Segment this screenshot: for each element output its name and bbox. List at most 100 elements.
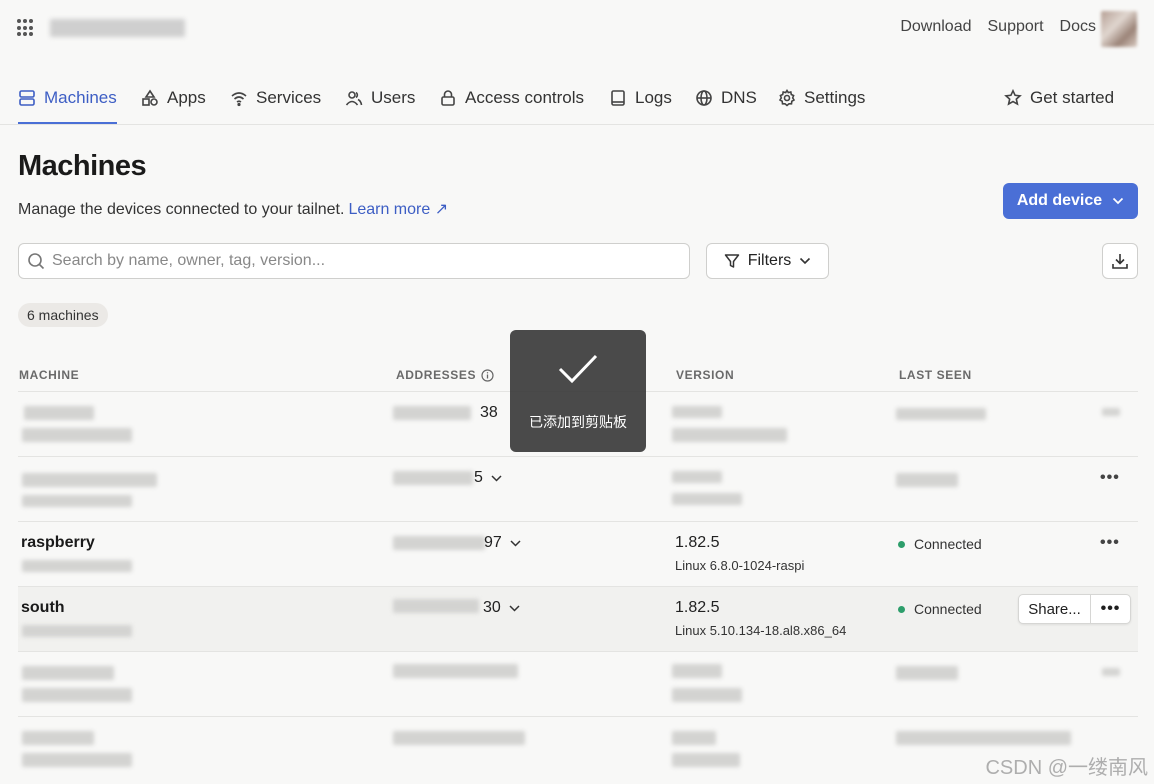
add-device-button[interactable]: Add device — [1003, 183, 1138, 219]
machine-name-redacted — [22, 473, 157, 487]
search-box[interactable] — [18, 243, 690, 279]
tab-machines[interactable]: Machines — [18, 86, 117, 110]
row-menu-redacted[interactable] — [1102, 408, 1120, 416]
gear-icon — [778, 89, 796, 107]
column-header-last-seen: LAST SEEN — [899, 368, 972, 382]
chevron-down-icon[interactable] — [509, 604, 520, 612]
address-redacted — [393, 536, 485, 550]
row-menu-button[interactable]: ••• — [1100, 534, 1120, 552]
app-grid-icon[interactable] — [17, 19, 35, 37]
filters-button[interactable]: Filters — [706, 243, 829, 279]
table-row[interactable]: raspberry 97 1.82.5 Linux 6.8.0-1024-ras… — [18, 521, 1138, 586]
checkmark-icon — [558, 354, 598, 384]
globe-icon — [696, 90, 712, 106]
os-version: Linux 5.10.134-18.al8.x86_64 — [675, 623, 847, 638]
filter-icon — [724, 254, 739, 268]
tab-services[interactable]: Services — [230, 86, 321, 110]
version-redacted — [672, 471, 722, 483]
chevron-down-icon — [1113, 197, 1124, 205]
tab-access-controls[interactable]: Access controls — [439, 86, 584, 110]
tailnet-name-redacted[interactable] — [50, 19, 185, 37]
active-tab-indicator — [18, 122, 117, 124]
address-cell[interactable]: 38 — [480, 404, 498, 422]
machine-owner-redacted — [22, 495, 132, 507]
search-icon — [28, 253, 45, 270]
version-redacted — [672, 731, 716, 745]
os-version: Linux 6.8.0-1024-raspi — [675, 558, 805, 573]
star-icon — [1004, 89, 1022, 106]
row-menu-redacted[interactable] — [1102, 668, 1120, 676]
watermark: CSDN @一缕南风 — [985, 757, 1148, 779]
table-row[interactable]: south 30 1.82.5 Linux 5.10.134-18.al8.x8… — [18, 586, 1138, 651]
address-redacted — [393, 731, 525, 745]
tab-logs[interactable]: Logs — [609, 86, 672, 110]
server-icon — [19, 90, 35, 106]
tab-apps[interactable]: Apps — [141, 86, 206, 110]
chevron-down-icon[interactable] — [491, 474, 502, 482]
os-redacted — [672, 493, 742, 505]
info-icon[interactable] — [481, 368, 494, 382]
download-link[interactable]: Download — [900, 18, 971, 36]
toast-message: 已添加到剪贴板 — [529, 414, 627, 430]
machine-owner-redacted — [22, 688, 132, 702]
version-number: 1.82.5 — [675, 599, 720, 616]
column-header-machine: MACHINE — [19, 368, 80, 382]
address-redacted — [393, 406, 471, 420]
tab-users[interactable]: Users — [345, 86, 415, 110]
page-title: Machines — [18, 150, 147, 182]
export-button[interactable] — [1102, 243, 1138, 279]
machine-owner-redacted — [22, 560, 132, 572]
version-cell: 1.82.5 Linux 5.10.134-18.al8.x86_64 — [675, 599, 846, 638]
version-cell: 1.82.5 Linux 6.8.0-1024-raspi — [675, 534, 804, 573]
address-cell[interactable]: 97 — [484, 534, 521, 552]
row-menu-button[interactable]: ••• — [1100, 469, 1120, 487]
row-actions: Share... ••• — [1018, 594, 1131, 624]
machine-name[interactable]: south — [21, 599, 65, 617]
machine-count-badge: 6 machines — [18, 303, 108, 327]
get-started-link[interactable]: Get started — [1004, 86, 1114, 110]
machine-name[interactable]: raspberry — [21, 534, 95, 552]
address-redacted — [393, 664, 518, 678]
download-icon — [1112, 254, 1128, 269]
os-redacted — [672, 428, 787, 442]
copied-toast: 已添加到剪贴板 — [510, 330, 646, 452]
wifi-icon — [231, 92, 247, 107]
machine-name-redacted — [24, 406, 94, 420]
address-cell[interactable]: 30 — [483, 599, 520, 617]
address-redacted — [393, 599, 479, 613]
learn-more-link[interactable]: Learn more ↗ — [348, 201, 448, 218]
table-row[interactable] — [18, 716, 1138, 781]
last-seen-redacted — [896, 731, 1071, 745]
address-redacted — [393, 471, 473, 485]
last-seen-redacted — [896, 408, 986, 420]
last-seen-redacted — [896, 666, 958, 680]
machine-owner-redacted — [22, 428, 132, 442]
page-description: Manage the devices connected to your tai… — [18, 201, 449, 218]
chevron-down-icon — [800, 257, 811, 265]
status-indicator: Connected — [898, 601, 982, 617]
row-menu-button[interactable]: ••• — [1091, 595, 1130, 623]
support-link[interactable]: Support — [988, 18, 1044, 36]
top-bar: Download Support Docs — [0, 0, 1154, 60]
table-row[interactable] — [18, 651, 1138, 716]
table-row[interactable]: 5 ••• — [18, 456, 1138, 521]
os-redacted — [672, 753, 740, 767]
avatar[interactable] — [1101, 11, 1137, 47]
os-redacted — [672, 688, 742, 702]
column-header-version: VERSION — [676, 368, 735, 382]
version-redacted — [672, 406, 722, 418]
share-button[interactable]: Share... — [1019, 595, 1091, 623]
machine-owner-redacted — [22, 625, 132, 637]
status-indicator: Connected — [898, 536, 982, 552]
book-icon — [611, 90, 625, 106]
version-redacted — [672, 664, 722, 678]
chevron-down-icon[interactable] — [510, 539, 521, 547]
search-input[interactable] — [52, 252, 652, 270]
docs-link[interactable]: Docs — [1060, 18, 1096, 36]
address-cell[interactable]: 5 — [474, 469, 502, 487]
shapes-icon — [142, 89, 158, 106]
machine-name-redacted — [22, 731, 94, 745]
tab-settings[interactable]: Settings — [778, 86, 865, 110]
machine-owner-redacted — [22, 753, 132, 767]
tab-dns[interactable]: DNS — [695, 86, 757, 110]
